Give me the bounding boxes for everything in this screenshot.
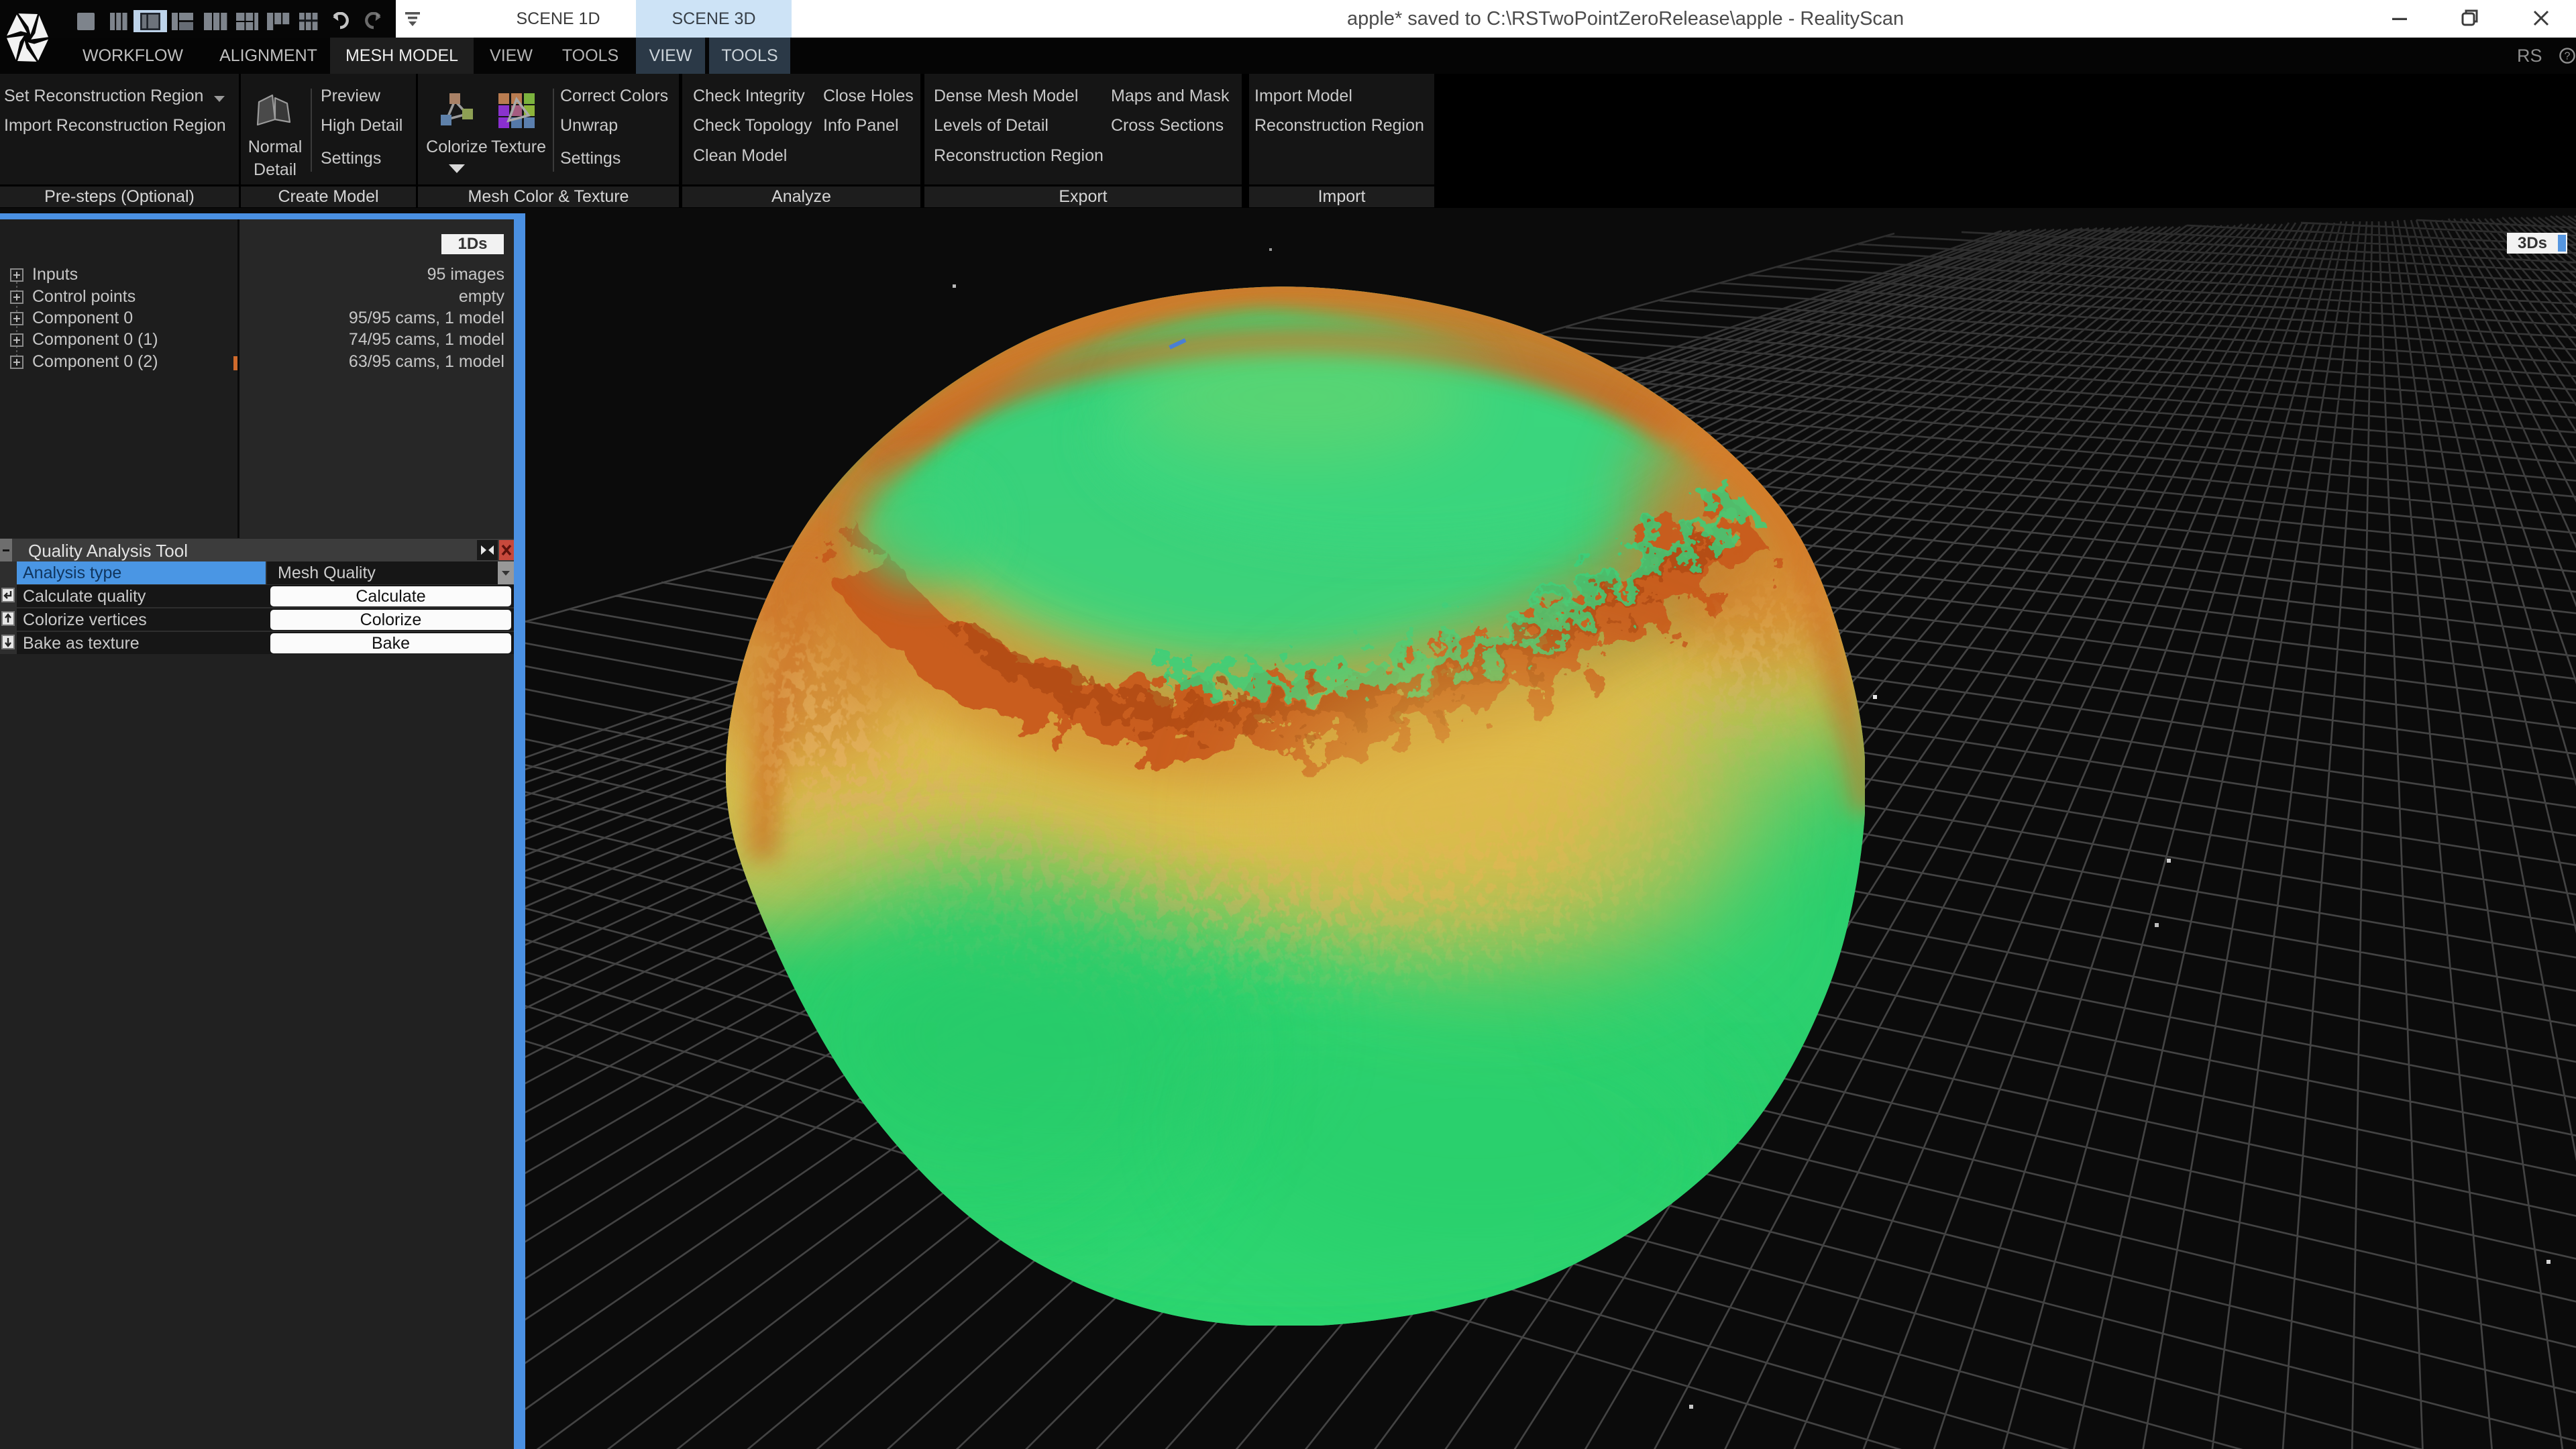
svg-text:?: ? [2565, 51, 2571, 62]
